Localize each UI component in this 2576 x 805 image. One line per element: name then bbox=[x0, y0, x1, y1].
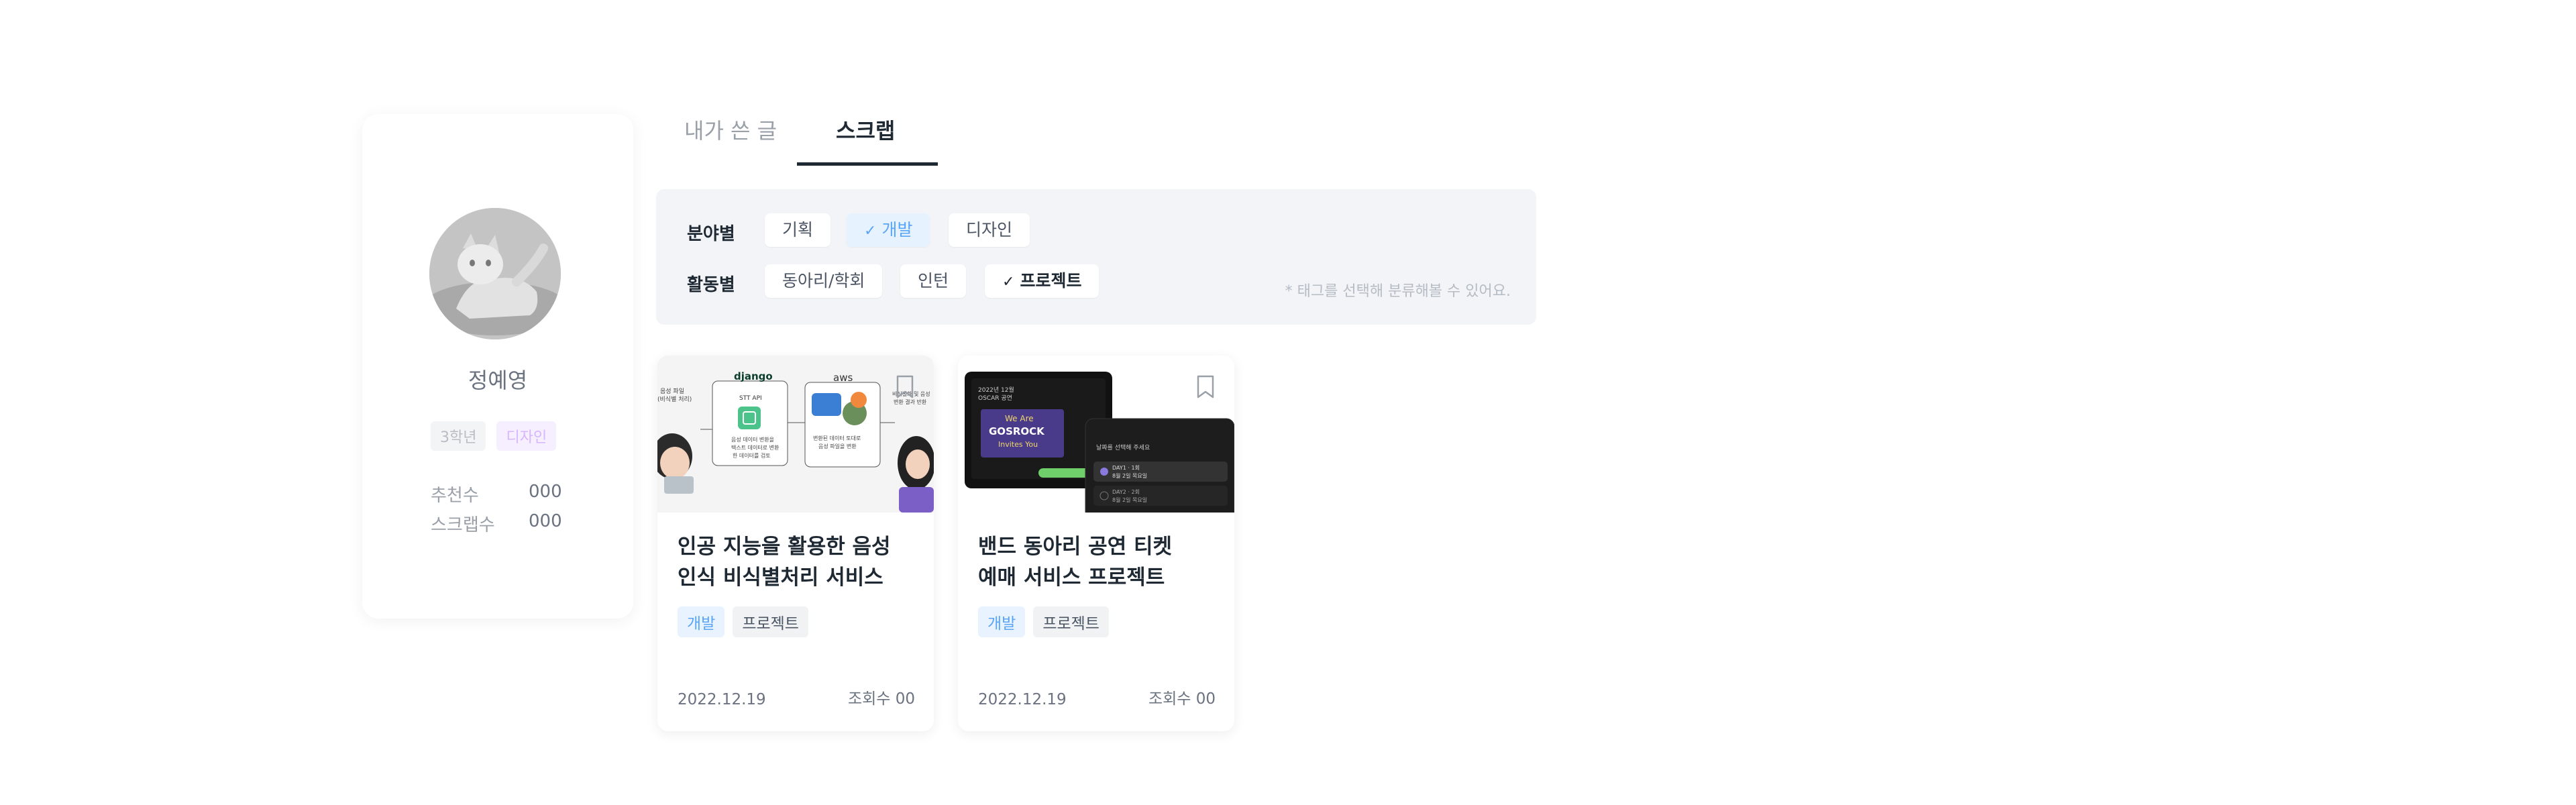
post-title-line: 인식 비식별처리 서비스 bbox=[678, 566, 883, 590]
check-icon: ✓ bbox=[1002, 274, 1015, 290]
tag-label: 개발 bbox=[881, 220, 913, 239]
svg-text:음성 파일: 음성 파일 bbox=[660, 388, 684, 395]
svg-text:django: django bbox=[734, 370, 773, 382]
post-tag: 개발 bbox=[978, 606, 1026, 637]
ticket-app-mockup-image: 2022년 12월 OSCAR 공연 We Are GOSROCK Invite… bbox=[958, 356, 1234, 513]
svg-text:변환된 데이터 토대로: 변환된 데이터 토대로 bbox=[813, 435, 861, 441]
stat-value: 000 bbox=[529, 511, 562, 531]
filter-hint: * 태그를 선택해 분류해볼 수 있어요. bbox=[1285, 283, 1511, 300]
svg-text:(비식별 처리): (비식별 처리) bbox=[657, 395, 692, 403]
svg-text:We Are: We Are bbox=[1005, 414, 1034, 423]
post-title-line: 예매 서비스 프로젝트 bbox=[978, 566, 1165, 590]
post-title-line: 인공 지능을 활용한 음성 bbox=[678, 535, 891, 559]
grade-badge: 3학년 bbox=[431, 421, 486, 451]
post-title: 밴드 동아리 공연 티켓 예매 서비스 프로젝트 bbox=[978, 531, 1220, 593]
svg-text:음성 파일을 변환: 음성 파일을 변환 bbox=[818, 443, 857, 449]
svg-text:텍스트 데이터로 변환: 텍스트 데이터로 변환 bbox=[731, 444, 780, 451]
stat-value: 000 bbox=[529, 482, 562, 502]
svg-text:음성 데이터 변환을: 음성 데이터 변환을 bbox=[731, 436, 774, 443]
stat-label: 추천수 bbox=[431, 486, 479, 506]
tab-my-posts[interactable]: 내가 쓴 글 bbox=[684, 114, 777, 145]
svg-text:Invites You: Invites You bbox=[998, 440, 1038, 449]
post-tags: 개발 프로젝트 bbox=[678, 606, 808, 637]
svg-text:8월 2일 목요일: 8월 2일 목요일 bbox=[1112, 496, 1147, 503]
field-filter-label: 분야별 bbox=[687, 224, 735, 244]
stat-scrap: 스크랩수 000 bbox=[431, 511, 562, 536]
profile-chips: 3학년 디자인 bbox=[431, 421, 557, 451]
post-tags: 개발 프로젝트 bbox=[978, 606, 1109, 637]
post-tag: 프로젝트 bbox=[1033, 606, 1109, 637]
svg-text:aws: aws bbox=[833, 372, 853, 384]
post-title: 인공 지능을 활용한 음성 인식 비식별처리 서비스 bbox=[678, 531, 919, 593]
svg-text:날짜를 선택해 주세요: 날짜를 선택해 주세요 bbox=[1096, 444, 1150, 451]
active-tab-indicator bbox=[797, 162, 938, 166]
post-date: 2022.12.19 bbox=[978, 691, 1067, 708]
filter-panel: 분야별 기획 ✓ 개발 디자인 활동별 동아리/학회 인턴 ✓ 프로젝트 * 태그를… bbox=[656, 189, 1536, 325]
svg-text:OSCAR 공연: OSCAR 공연 bbox=[978, 394, 1012, 402]
architecture-diagram-image: 음성 파일 (비식별 처리) django STT API 음성 데이터 변환을… bbox=[657, 356, 934, 513]
svg-text:GOSROCK: GOSROCK bbox=[989, 425, 1045, 437]
tag-development[interactable]: ✓ 개발 bbox=[847, 213, 930, 247]
svg-text:STT API: STT API bbox=[739, 395, 762, 402]
post-card[interactable]: 2022년 12월 OSCAR 공연 We Are GOSROCK Invite… bbox=[958, 356, 1234, 731]
post-tag: 프로젝트 bbox=[733, 606, 808, 637]
post-tag: 개발 bbox=[678, 606, 725, 637]
tag-planning[interactable]: 기획 bbox=[765, 213, 831, 247]
svg-text:DAY1 · 1회: DAY1 · 1회 bbox=[1112, 465, 1140, 471]
tag-label: 프로젝트 bbox=[1020, 271, 1082, 290]
profile-name: 정예영 bbox=[468, 368, 528, 393]
check-icon: ✓ bbox=[864, 223, 877, 239]
cat-photo-image bbox=[429, 208, 561, 339]
stat-recommend: 추천수 000 bbox=[431, 482, 562, 506]
tag-design[interactable]: 디자인 bbox=[949, 213, 1030, 247]
post-views: 조회수 00 bbox=[1148, 690, 1216, 708]
profile-card: 정예영 3학년 디자인 추천수 000 스크랩수 000 bbox=[362, 114, 633, 619]
svg-text:DAY2 · 2회: DAY2 · 2회 bbox=[1112, 489, 1140, 495]
tag-club[interactable]: 동아리/학회 bbox=[765, 264, 883, 298]
post-thumbnail: 2022년 12월 OSCAR 공연 We Are GOSROCK Invite… bbox=[958, 356, 1234, 513]
stat-label: 스크랩수 bbox=[431, 515, 495, 535]
tag-intern[interactable]: 인턴 bbox=[900, 264, 967, 298]
post-title-line: 밴드 동아리 공연 티켓 bbox=[978, 535, 1173, 559]
bookmark-icon[interactable] bbox=[1194, 374, 1217, 400]
tab-scrap[interactable]: 스크랩 bbox=[836, 114, 895, 145]
post-thumbnail: 음성 파일 (비식별 처리) django STT API 음성 데이터 변환을… bbox=[657, 356, 934, 513]
post-views: 조회수 00 bbox=[847, 690, 915, 708]
post-card[interactable]: 음성 파일 (비식별 처리) django STT API 음성 데이터 변환을… bbox=[657, 356, 934, 731]
field-badge: 디자인 bbox=[496, 421, 557, 451]
svg-text:한 데이터를 검토: 한 데이터를 검토 bbox=[733, 452, 771, 459]
avatar bbox=[429, 208, 561, 339]
activity-filter-label: 활동별 bbox=[687, 275, 735, 295]
svg-text:8월 2일 목요일: 8월 2일 목요일 bbox=[1112, 472, 1147, 479]
tag-project[interactable]: ✓ 프로젝트 bbox=[985, 264, 1099, 298]
bookmark-icon[interactable] bbox=[894, 374, 916, 400]
post-date: 2022.12.19 bbox=[678, 691, 766, 708]
svg-text:2022년 12월: 2022년 12월 bbox=[978, 386, 1014, 394]
